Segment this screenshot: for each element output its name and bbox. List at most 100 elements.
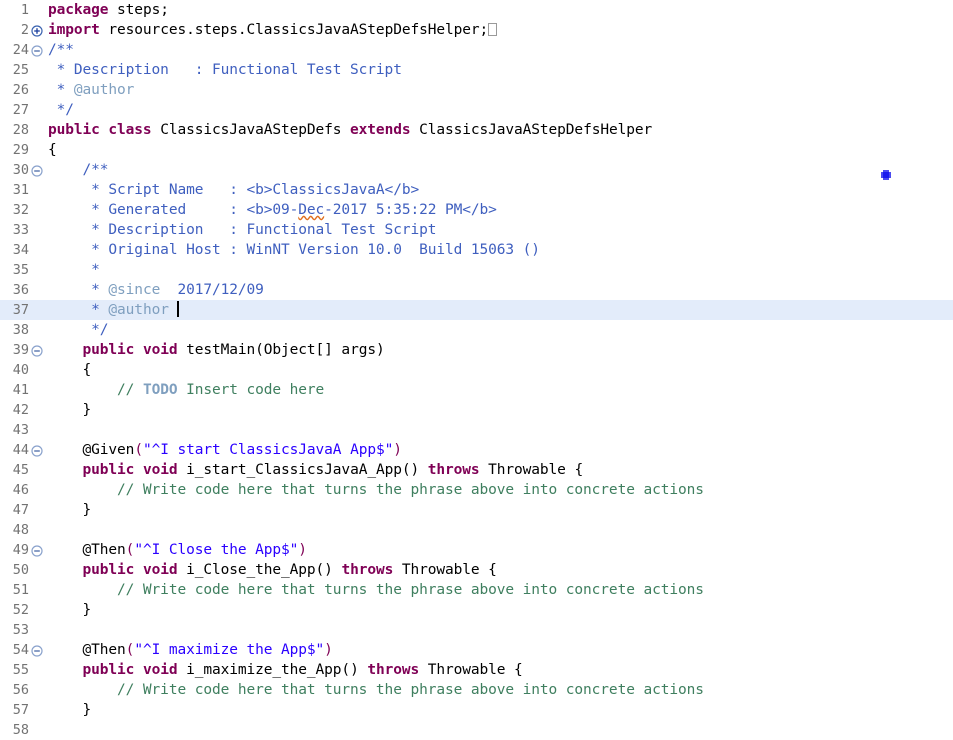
code-line[interactable]: 57 } bbox=[0, 700, 953, 720]
token-kw: extends bbox=[350, 122, 410, 138]
code-text: // Write code here that turns the phrase… bbox=[44, 680, 953, 700]
code-line[interactable]: 1package steps; bbox=[0, 0, 953, 20]
fold-spacer bbox=[30, 60, 44, 80]
fold-collapse-icon[interactable] bbox=[30, 440, 44, 460]
code-line[interactable]: 29 { bbox=[0, 140, 953, 160]
token-plain: Throwable { bbox=[480, 462, 584, 478]
code-line[interactable]: 35 * bbox=[0, 260, 953, 280]
code-line[interactable]: 37 * @author bbox=[0, 300, 953, 320]
token-plain: testMain(Object[] args) bbox=[177, 342, 384, 358]
fold-spacer bbox=[30, 560, 44, 580]
code-text bbox=[44, 520, 953, 540]
fold-spacer bbox=[30, 720, 44, 740]
fold-collapse-icon[interactable] bbox=[30, 640, 44, 660]
code-line[interactable]: 2import resources.steps.ClassicsJavaASte… bbox=[0, 20, 953, 40]
code-line[interactable]: 28public class ClassicsJavaAStepDefs ext… bbox=[0, 120, 953, 140]
code-line[interactable]: 33 * Description : Functional Test Scrip… bbox=[0, 220, 953, 240]
line-number: 29 bbox=[0, 140, 30, 160]
code-line[interactable]: 47 } bbox=[0, 500, 953, 520]
token-kw: public void bbox=[83, 462, 178, 478]
fold-collapse-icon[interactable] bbox=[30, 340, 44, 360]
code-line[interactable]: 30 /** bbox=[0, 160, 953, 180]
line-number: 51 bbox=[0, 580, 30, 600]
token-plain: i_maximize_the_App() bbox=[177, 662, 367, 678]
fold-collapse-icon[interactable] bbox=[30, 40, 44, 60]
code-line[interactable]: 38 */ bbox=[0, 320, 953, 340]
code-text: * Description : Functional Test Script bbox=[44, 220, 953, 240]
token-kw: public void bbox=[83, 342, 178, 358]
token-jdoctag: @since bbox=[108, 282, 160, 298]
code-line[interactable]: 53 bbox=[0, 620, 953, 640]
fold-spacer bbox=[30, 500, 44, 520]
token-kw: throws bbox=[428, 462, 480, 478]
code-line[interactable]: 44 @Given("^I start ClassicsJavaA App$") bbox=[0, 440, 953, 460]
code-text: public void i_start_ClassicsJavaA_App() … bbox=[44, 460, 953, 480]
code-line[interactable]: 41 // TODO Insert code here bbox=[0, 380, 953, 400]
fold-spacer bbox=[30, 380, 44, 400]
code-line[interactable]: 32 * Generated : <b>09-Dec-2017 5:35:22 … bbox=[0, 200, 953, 220]
code-line[interactable]: 55 public void i_maximize_the_App() thro… bbox=[0, 660, 953, 680]
line-number: 47 bbox=[0, 500, 30, 520]
code-line[interactable]: 34 * Original Host : WinNT Version 10.0 … bbox=[0, 240, 953, 260]
token-annot: @Then bbox=[48, 642, 126, 658]
token-plain: } bbox=[48, 502, 91, 518]
fold-collapse-icon[interactable] bbox=[30, 160, 44, 180]
code-line[interactable]: 24/** bbox=[0, 40, 953, 60]
code-line[interactable]: 27 */ bbox=[0, 100, 953, 120]
code-line[interactable]: 46 // Write code here that turns the phr… bbox=[0, 480, 953, 500]
line-number: 27 bbox=[0, 100, 30, 120]
code-line[interactable]: 36 * @since 2017/12/09 bbox=[0, 280, 953, 300]
line-number: 1 bbox=[0, 0, 30, 20]
token-cmt: Insert code here bbox=[177, 382, 324, 398]
code-line[interactable]: 49 @Then("^I Close the App$") bbox=[0, 540, 953, 560]
token-paren: ) bbox=[298, 542, 307, 558]
code-text: import resources.steps.ClassicsJavaAStep… bbox=[44, 20, 953, 40]
code-line[interactable]: 43 bbox=[0, 420, 953, 440]
fold-spacer bbox=[30, 480, 44, 500]
code-text: */ bbox=[44, 320, 953, 340]
token-jdoctag: @author bbox=[108, 302, 168, 318]
token-annot: @Then bbox=[48, 542, 126, 558]
token-plain: ClassicsJavaAStepDefs bbox=[152, 122, 350, 138]
token-str: "^I maximize the App$" bbox=[134, 642, 324, 658]
code-text: public class ClassicsJavaAStepDefs exten… bbox=[44, 120, 953, 140]
fold-spacer bbox=[30, 600, 44, 620]
code-line[interactable]: 54 @Then("^I maximize the App$") bbox=[0, 640, 953, 660]
code-line[interactable]: 51 // Write code here that turns the phr… bbox=[0, 580, 953, 600]
code-text: // Write code here that turns the phrase… bbox=[44, 480, 953, 500]
code-line[interactable]: 42 } bbox=[0, 400, 953, 420]
token-todo: TODO bbox=[143, 382, 178, 398]
token-kw: public void bbox=[83, 662, 178, 678]
code-line[interactable]: 40 { bbox=[0, 360, 953, 380]
line-number: 37 bbox=[0, 300, 30, 320]
code-line[interactable]: 50 public void i_Close_the_App() throws … bbox=[0, 560, 953, 580]
token-kw: throws bbox=[341, 562, 393, 578]
token-plain bbox=[48, 562, 83, 578]
fold-expand-icon[interactable] bbox=[30, 20, 44, 40]
token-jdoc: * Description : Functional Test Script bbox=[48, 62, 402, 78]
code-line[interactable]: 45 public void i_start_ClassicsJavaA_App… bbox=[0, 460, 953, 480]
token-jdoctag: @author bbox=[74, 82, 134, 98]
code-text: public void testMain(Object[] args) bbox=[44, 340, 953, 360]
fold-spacer bbox=[30, 140, 44, 160]
code-line[interactable]: 31 * Script Name : <b>ClassicsJavaA</b> bbox=[0, 180, 953, 200]
fold-spacer bbox=[30, 180, 44, 200]
code-text: { bbox=[44, 140, 953, 160]
fold-collapse-icon[interactable] bbox=[30, 540, 44, 560]
fold-spacer bbox=[30, 400, 44, 420]
code-text: @Given("^I start ClassicsJavaA App$") bbox=[44, 440, 953, 460]
token-plain: i_Close_the_App() bbox=[177, 562, 341, 578]
code-line[interactable]: 48 bbox=[0, 520, 953, 540]
fold-spacer bbox=[30, 240, 44, 260]
code-editor[interactable]: 1package steps;2import resources.steps.C… bbox=[0, 0, 953, 733]
code-line[interactable]: 25 * Description : Functional Test Scrip… bbox=[0, 60, 953, 80]
code-line[interactable]: 39 public void testMain(Object[] args) bbox=[0, 340, 953, 360]
code-line[interactable]: 26 * @author bbox=[0, 80, 953, 100]
token-kw: throws bbox=[367, 662, 419, 678]
code-line[interactable]: 52 } bbox=[0, 600, 953, 620]
text-caret bbox=[177, 301, 179, 317]
code-line[interactable]: 56 // Write code here that turns the phr… bbox=[0, 680, 953, 700]
code-line[interactable]: 58 bbox=[0, 720, 953, 740]
token-jdoc: * bbox=[48, 282, 108, 298]
line-number: 40 bbox=[0, 360, 30, 380]
